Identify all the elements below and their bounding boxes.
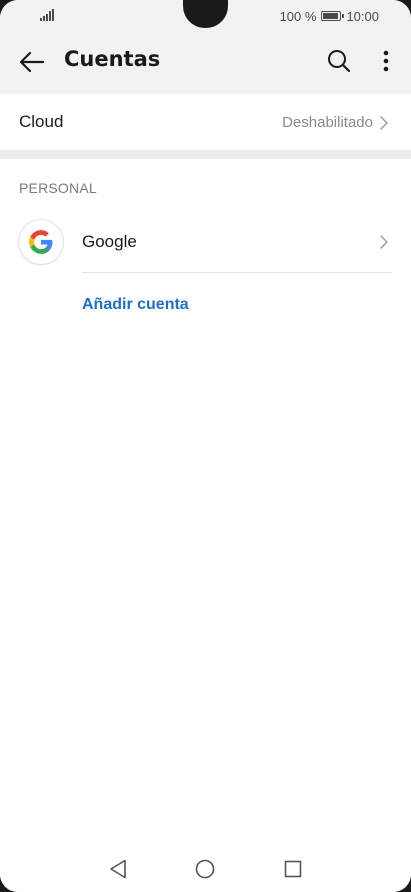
recents-square-icon (284, 860, 302, 878)
battery-level-fill (323, 13, 339, 19)
accounts-content: Cloud Deshabilitado PERSONAL Google Añad… (0, 94, 411, 892)
chevron-right-icon (380, 116, 388, 130)
camera-notch (183, 0, 228, 28)
search-button[interactable] (324, 46, 354, 76)
account-row-google[interactable]: Google (0, 211, 411, 273)
home-circle-icon (195, 859, 215, 879)
back-arrow-icon (19, 51, 45, 73)
cloud-label: Cloud (19, 112, 64, 131)
more-options-button[interactable] (372, 46, 400, 76)
nav-home-button[interactable] (193, 858, 217, 880)
page-title: Cuentas (64, 47, 161, 71)
cloud-row[interactable]: Cloud Deshabilitado (0, 94, 411, 150)
add-account-link[interactable]: Añadir cuenta (82, 296, 189, 314)
app-bar: Cuentas (0, 32, 411, 94)
nav-recents-button[interactable] (281, 858, 305, 880)
row-divider (82, 272, 392, 273)
more-vert-icon (383, 50, 389, 72)
back-button[interactable] (16, 46, 48, 78)
chevron-right-icon (380, 235, 388, 249)
section-header-personal: PERSONAL (0, 159, 411, 211)
battery-icon (321, 11, 345, 21)
account-label-google: Google (82, 232, 137, 251)
battery-percent: 100 % (279, 8, 317, 24)
back-triangle-icon (110, 859, 126, 879)
status-bar: 100 % 10:00 (0, 0, 411, 32)
nav-back-button[interactable] (106, 858, 130, 880)
clock: 10:00 (346, 8, 379, 24)
cloud-status: Deshabilitado (282, 114, 373, 131)
google-logo-icon (19, 220, 63, 264)
status-right: 100 % 10:00 (280, 8, 379, 24)
signal-icon (40, 9, 54, 21)
phone-screen: 100 % 10:00 Cuentas Cloud Deshabilitado … (0, 0, 411, 892)
section-divider (0, 150, 411, 159)
system-nav-bar (0, 846, 411, 892)
section-header-label: PERSONAL (19, 180, 97, 196)
search-icon (328, 50, 351, 73)
